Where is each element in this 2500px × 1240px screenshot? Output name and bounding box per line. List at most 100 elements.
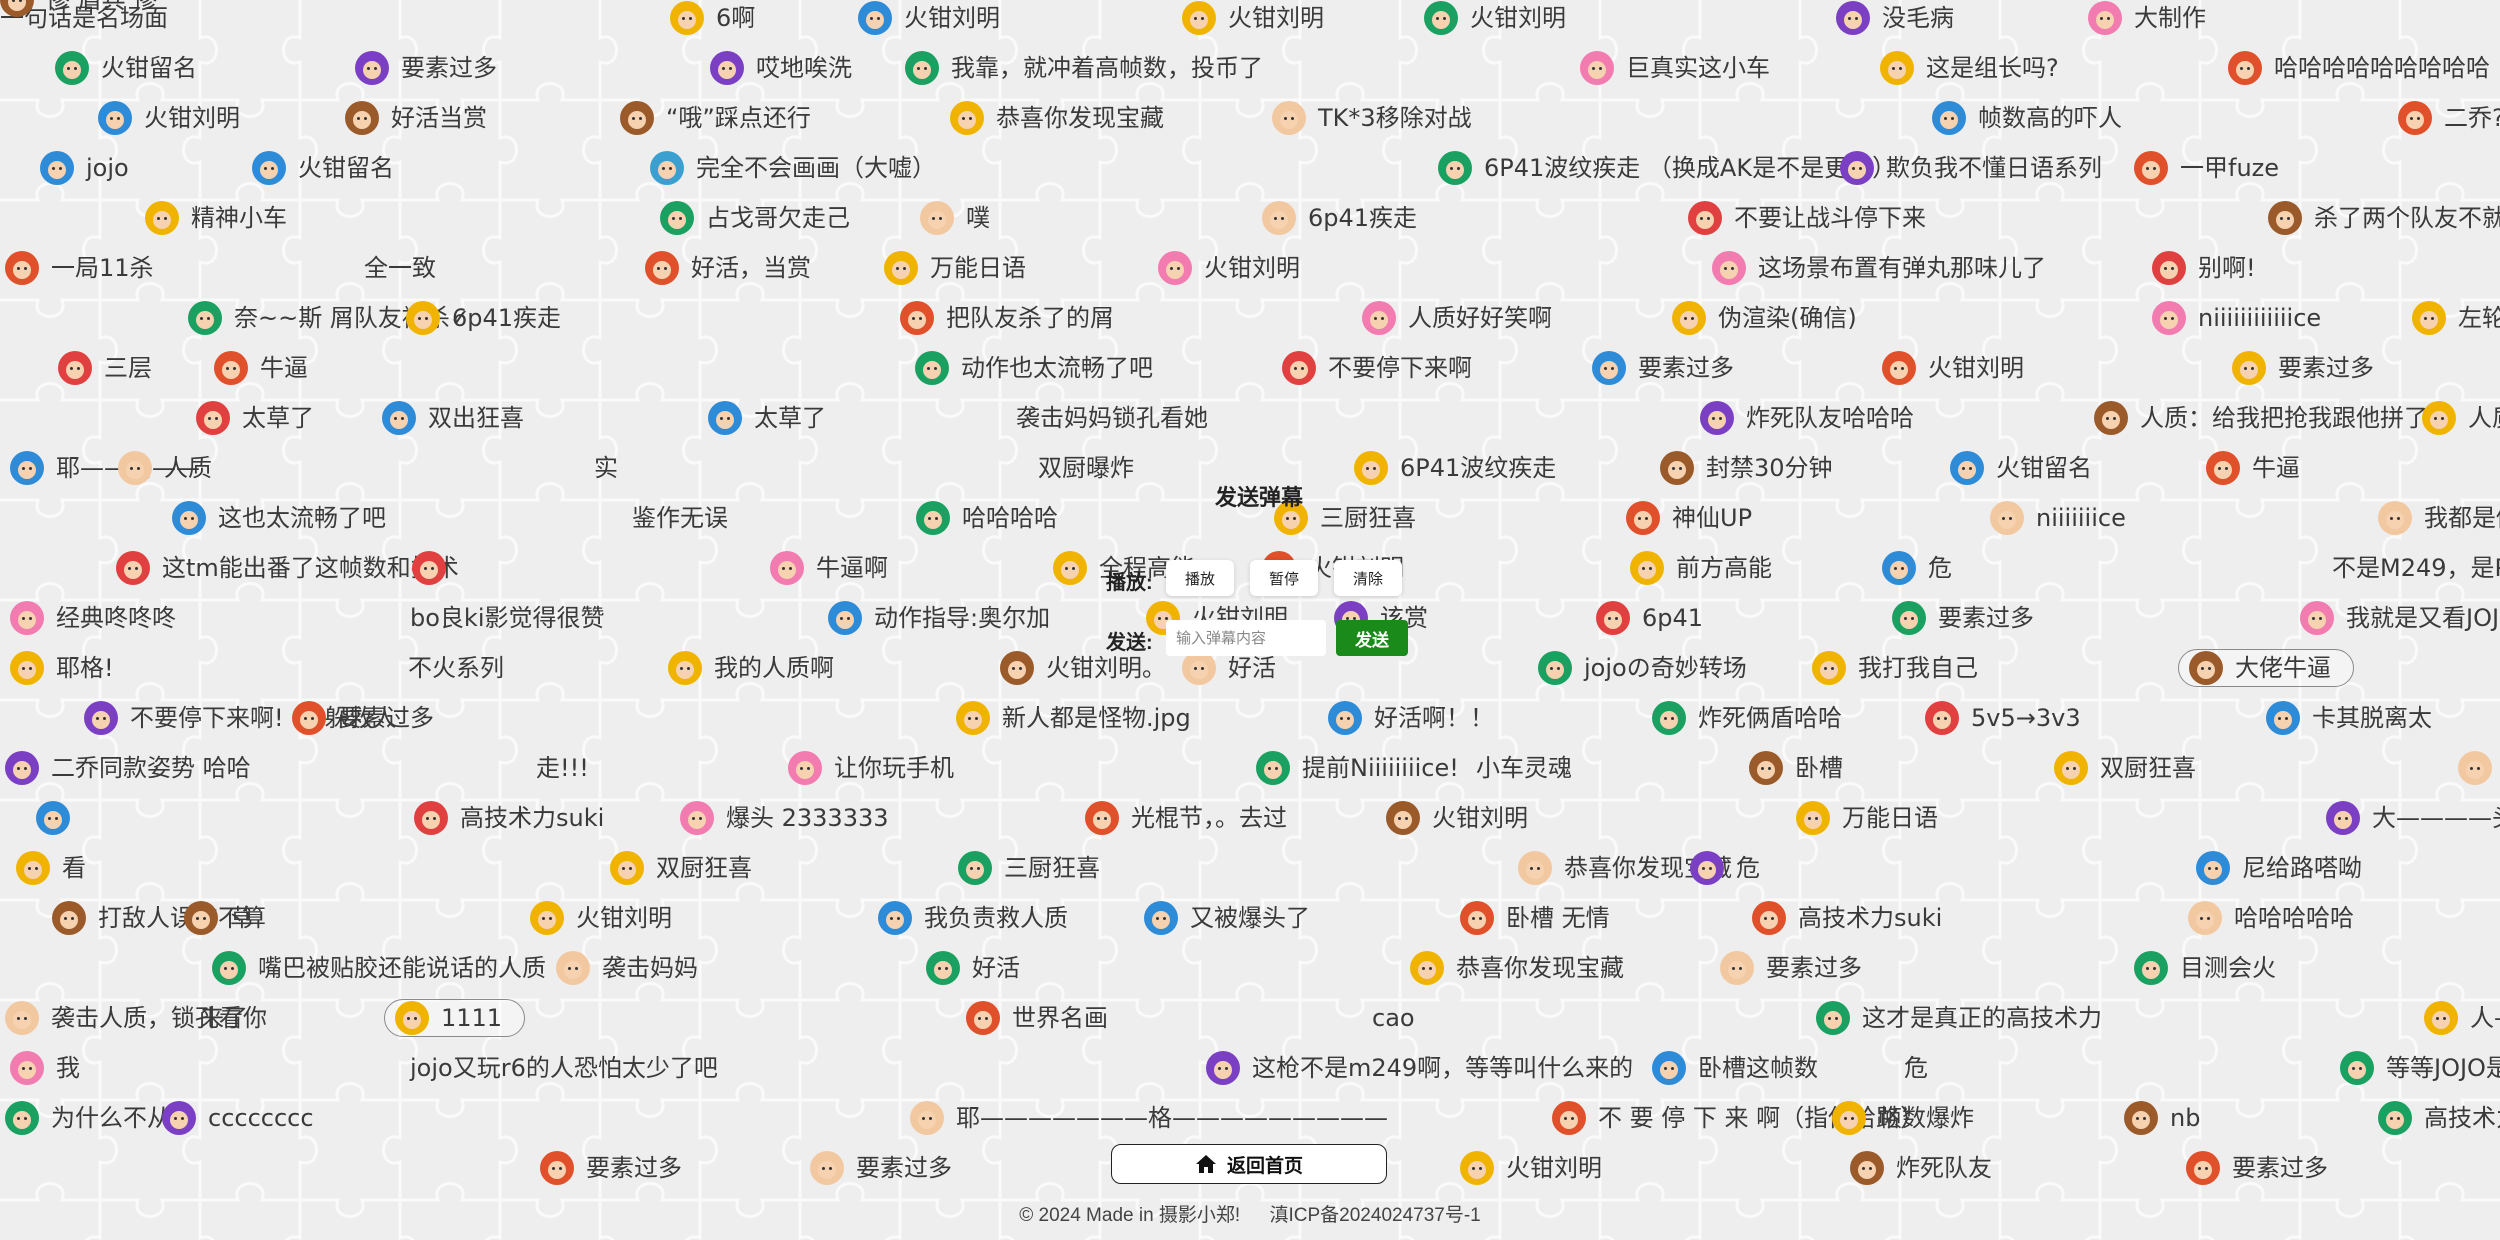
danmaku-text: 火钳刘明	[1432, 804, 1528, 832]
danmaku-item: 这tm能出番了这帧数和技术	[116, 548, 459, 588]
avatar-icon	[670, 1, 704, 35]
avatar-icon	[10, 601, 44, 635]
avatar-icon	[10, 1051, 44, 1085]
danmaku-text: 火钳刘明	[1204, 254, 1300, 282]
danmaku-text: 高技术力suki	[460, 804, 605, 832]
danmaku-item: 卧槽这帧数	[1652, 1048, 1818, 1088]
danmaku-text: 精神小车	[191, 204, 287, 232]
danmaku-text: “哦”踩点还行	[666, 104, 811, 132]
danmaku-item: 不要让战斗停下来	[1688, 198, 1926, 238]
danmaku-item: 6p41疾走	[1262, 198, 1417, 238]
danmaku-text: 1111	[441, 1004, 503, 1032]
danmaku-text: 动作也太流畅了吧	[961, 354, 1153, 382]
danmaku-item: 双厨狂喜	[610, 848, 752, 888]
danmaku-text: 这才是真正的高技术力	[1862, 1004, 2102, 1032]
avatar-icon	[1700, 401, 1734, 435]
avatar-icon	[1206, 1051, 1240, 1085]
avatar-icon	[116, 551, 150, 585]
danmaku-item: 袭击妈妈锁孔看她	[1016, 398, 1208, 438]
danmaku-item: 实	[594, 448, 618, 488]
avatar-icon	[2134, 951, 2168, 985]
danmaku-text: 卧槽 无情	[1506, 904, 1610, 932]
avatar-icon	[1752, 901, 1786, 935]
danmaku-text: 火钳刘明	[144, 104, 240, 132]
danmaku-text: 危	[1928, 554, 1952, 582]
danmaku-item: 耶格!	[10, 648, 114, 688]
danmaku-item: 哈哈哈哈哈	[2188, 898, 2354, 938]
danmaku-text: jojo又玩r6的人恐怕太少了吧	[410, 1054, 718, 1082]
danmaku-item: 巨真实这小车	[1580, 48, 1770, 88]
return-home-button[interactable]: 返回首页	[1111, 1144, 1387, 1184]
avatar-icon	[770, 551, 804, 585]
danmaku-item: 火钳刘明	[1386, 798, 1528, 838]
danmaku-text: 危	[1736, 854, 1760, 882]
danmaku-text: 二乔同款姿势 哈哈	[51, 754, 251, 782]
danmaku-text: 6啊	[716, 4, 756, 32]
danmaku-item	[412, 548, 458, 588]
house-icon	[1195, 1155, 1216, 1173]
danmaku-item: 这才是真正的高技术力	[1816, 998, 2102, 1038]
danmaku-item: 耶———————格—————————	[910, 1098, 1388, 1138]
avatar-icon	[2424, 1001, 2458, 1035]
avatar-icon	[1552, 1101, 1586, 1135]
danmaku-text: 我的人质啊	[714, 654, 834, 682]
danmaku-item: 伪渲染(确信)	[1672, 298, 1857, 338]
danmaku-item: 卧槽 无情	[1460, 898, 1610, 938]
avatar-icon	[98, 101, 132, 135]
danmaku-item: 新人都是怪物.jpg	[956, 698, 1191, 738]
avatar-icon	[2196, 851, 2230, 885]
avatar-icon	[710, 51, 744, 85]
avatar-icon	[36, 801, 70, 835]
danmaku-text: 要素过多	[1766, 954, 1862, 982]
avatar-icon	[118, 451, 152, 485]
danmaku-item: 好活	[926, 948, 1020, 988]
danmaku-control-panel: 发送弹幕 播放: 播放 暂停 清除 发送: 发送	[1100, 470, 1420, 670]
danmaku-text: 我打我自己	[1858, 654, 1978, 682]
avatar-icon	[956, 701, 990, 735]
avatar-icon	[5, 751, 39, 785]
icp-link[interactable]: 滇ICP备2024024737号-1	[1270, 1205, 1481, 1226]
avatar-icon	[878, 901, 912, 935]
clear-button[interactable]: 清除	[1334, 560, 1402, 596]
danmaku-item: jojoの奇妙转场	[1538, 648, 1747, 688]
danmaku-item	[36, 798, 82, 838]
panel-title: 发送弹幕	[1215, 485, 1304, 510]
danmaku-item: 恭喜你发现宝藏	[1410, 948, 1624, 988]
danmaku-text: 要素过多	[401, 54, 497, 82]
danmaku-text: 人质	[164, 454, 212, 482]
danmaku-text: 恭喜你发现宝藏	[996, 104, 1164, 132]
danmaku-item: 大制作	[2088, 0, 2206, 38]
avatar-icon	[252, 151, 286, 185]
danmaku-item: 炸死队友	[1850, 1148, 1992, 1188]
pause-button[interactable]: 暂停	[1250, 560, 1318, 596]
avatar-icon	[1460, 1151, 1494, 1185]
danmaku-item: 人质：给我把抢我跟他拼了	[2094, 398, 2428, 438]
avatar-icon	[1580, 51, 1614, 85]
danmaku-item: 火钳刘明	[1182, 0, 1324, 38]
avatar-icon	[1652, 1051, 1686, 1085]
avatar-icon	[2232, 351, 2266, 385]
avatar-icon	[1518, 851, 1552, 885]
danmaku-text: 万能日语	[930, 254, 1026, 282]
danmaku-text: 我负责救人质	[924, 904, 1068, 932]
avatar-icon	[1925, 701, 1959, 735]
avatar-icon	[966, 1001, 1000, 1035]
danmaku-text: 要素过多	[586, 1154, 682, 1182]
danmaku-item: 等等JOJO是你?	[2340, 1048, 2500, 1088]
danmaku-input[interactable]	[1166, 620, 1326, 656]
danmaku-item: 欺负我不懂日语系列	[1840, 148, 2102, 188]
play-button[interactable]: 播放	[1166, 560, 1234, 596]
danmaku-item: niiiiiiiiiiiice	[2152, 298, 2321, 338]
danmaku-text: 双厨狂喜	[2100, 754, 2196, 782]
danmaku-text: 高技术力suki	[1798, 904, 1943, 932]
danmaku-text: 火钳留名	[1996, 454, 2092, 482]
avatar-icon	[52, 901, 86, 935]
danmaku-text: 杀了两个队友不就被踢出去了吗	[2314, 204, 2500, 232]
send-button[interactable]: 发送	[1336, 620, 1408, 656]
danmaku-text: 卧槽这帧数	[1698, 1054, 1818, 1082]
danmaku-item: 我打我自己	[1812, 648, 1978, 688]
danmaku-item: 不是M249，是PKP	[2332, 548, 2500, 588]
avatar-icon	[355, 51, 389, 85]
avatar-icon	[556, 951, 590, 985]
danmaku-text: 大制作	[2134, 4, 2206, 32]
